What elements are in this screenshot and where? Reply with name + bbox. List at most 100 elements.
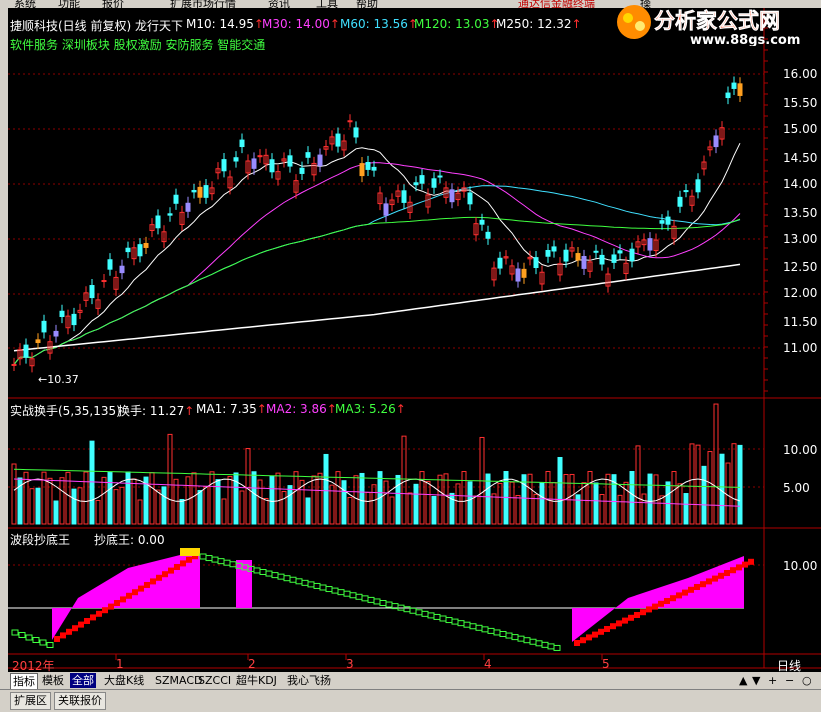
candle-body: [353, 127, 359, 138]
red-step: [84, 618, 90, 624]
turnover-bar: [305, 497, 311, 525]
tab-indicator[interactable]: 指标: [10, 673, 38, 690]
candle-body: [731, 82, 737, 89]
turnover-bar: [629, 471, 635, 525]
tab-szmacd[interactable]: SZMACD: [155, 673, 203, 688]
red-step: [150, 578, 156, 585]
turnover-bar: [365, 491, 371, 525]
tab-szcci[interactable]: SZCCI: [198, 673, 231, 688]
price-tick: 14.00: [783, 177, 818, 191]
turnover-bar: [269, 475, 275, 525]
logo-emblem: [617, 5, 651, 39]
red-step: [610, 623, 616, 630]
menu-function[interactable]: 功能: [58, 0, 80, 8]
logo-brand: 分析家公式网: [654, 9, 780, 33]
green-step: [511, 634, 519, 641]
candle-body: [299, 167, 305, 174]
menu-tools[interactable]: 工具: [316, 0, 338, 8]
candle-body: [383, 203, 389, 216]
low-price-marker: ←10.37: [38, 373, 79, 386]
menu-terminal-title: 通达信金融终端: [518, 0, 595, 8]
turnover-bar: [47, 477, 53, 525]
turnover-bar: [491, 493, 497, 525]
turnover-title: 实战换手(5,35,135): [10, 404, 121, 418]
ma30-label: M30: 14.00↑: [262, 17, 340, 31]
candle-body: [659, 220, 665, 224]
price-tick: 11.00: [783, 341, 818, 355]
menu-system[interactable]: 系统: [14, 0, 36, 8]
red-step: [700, 581, 706, 588]
green-step: [337, 589, 345, 596]
candle-body: [203, 185, 209, 198]
candle-body: [23, 344, 29, 358]
indicator-value: 抄底王: 0.00: [94, 533, 165, 547]
tab-all[interactable]: 全部: [70, 673, 96, 688]
turnover-bar: [695, 444, 701, 525]
candle-body: [419, 175, 425, 184]
yellow-marker: [180, 548, 200, 556]
turnover-bar: [359, 472, 365, 525]
turnover-bar: [197, 490, 203, 525]
time-label: 2: [248, 657, 256, 671]
turnover-bar: [347, 496, 353, 525]
green-step: [277, 573, 285, 580]
tab-woxin-feiyang[interactable]: 我心飞扬: [287, 673, 331, 688]
moving-average-line: [13, 162, 741, 365]
green-step: [367, 596, 375, 603]
turnover-bar: [29, 488, 35, 525]
green-step: [385, 601, 393, 608]
tab-extension-area[interactable]: 扩展区: [10, 692, 51, 710]
turnover-bar: [179, 498, 185, 525]
turnover-bar: [713, 403, 719, 525]
ma120-label: M120: 13.03↑: [414, 17, 500, 31]
candle-body: [125, 247, 131, 253]
menu-news[interactable]: 资讯: [268, 0, 290, 8]
candle-body: [143, 242, 149, 248]
candle-body: [89, 285, 95, 299]
green-step: [535, 640, 543, 647]
logo-url: www.88gs.com: [690, 33, 800, 46]
chart-canvas[interactable]: [8, 8, 821, 700]
stock-title: 捷顺科技(日线 前复权) 龙行天下: [10, 19, 183, 33]
turnover-bar: [515, 494, 521, 525]
green-step: [529, 638, 537, 645]
time-label: 5: [602, 657, 610, 671]
candle-body: [41, 320, 47, 333]
green-step: [475, 624, 483, 631]
green-step: [469, 623, 477, 630]
green-step: [39, 639, 47, 646]
menu-ext-market[interactable]: 扩展市场行情: [170, 0, 236, 8]
turnover-bar: [569, 473, 575, 525]
menu-quote[interactable]: 报价: [102, 0, 124, 8]
turnover-bar: [581, 482, 587, 525]
green-step: [18, 632, 26, 638]
turnover-bar: [239, 490, 245, 525]
candle-body: [167, 213, 173, 216]
tab-super-kdj[interactable]: 超牛KDJ: [236, 673, 277, 688]
zoom-in-icon[interactable]: +: [768, 673, 777, 688]
green-step: [481, 626, 489, 633]
turnover-bar: [89, 440, 95, 525]
candle-body: [197, 186, 203, 198]
tab-market-kline[interactable]: 大盘K线: [104, 673, 144, 688]
turnover-bar: [587, 471, 593, 525]
candle-body: [191, 189, 197, 193]
reset-icon[interactable]: ○: [802, 673, 812, 688]
candle-body: [551, 246, 557, 252]
red-step: [664, 598, 670, 604]
price-tick: 12.00: [783, 286, 818, 300]
turnover-bar: [731, 443, 737, 525]
menu-help[interactable]: 帮助: [356, 0, 378, 8]
green-step: [313, 582, 321, 589]
turnover-ma1: MA1: 7.35↑: [196, 402, 267, 416]
scroll-up-icon[interactable]: ▲: [739, 673, 747, 688]
tab-related-quotes[interactable]: 关联报价: [54, 692, 106, 710]
zoom-out-icon[interactable]: −: [785, 673, 794, 688]
turnover-bar: [77, 487, 83, 525]
scroll-down-icon[interactable]: ▼: [752, 673, 760, 688]
price-tick: 12.50: [783, 260, 818, 274]
green-step: [343, 590, 351, 597]
tab-template[interactable]: 模板: [42, 673, 64, 688]
turnover-bar: [275, 472, 281, 525]
turnover-bar: [383, 480, 389, 525]
